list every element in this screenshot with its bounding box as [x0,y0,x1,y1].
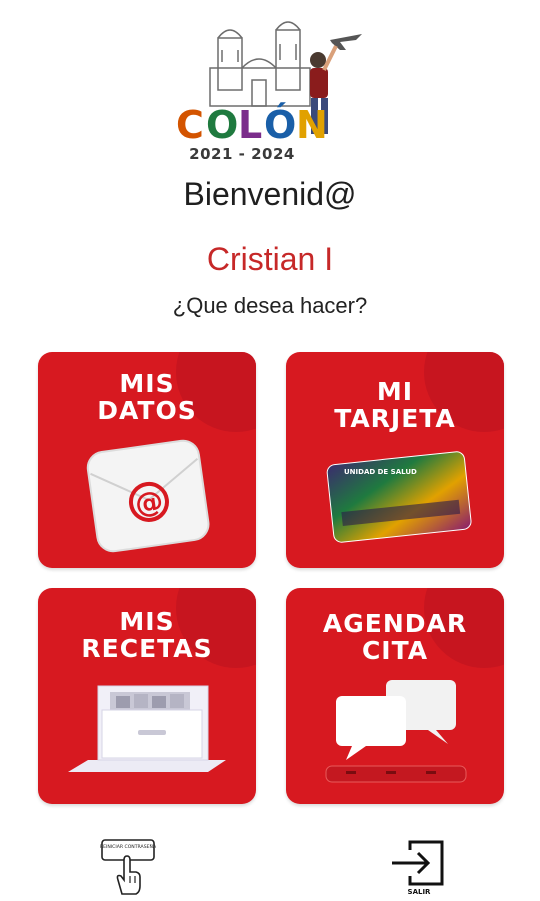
my-prescriptions-tile[interactable]: MIS RECETAS [38,588,256,804]
sign-out-icon: SALIR [392,840,444,896]
tile-title: MIS DATOS [38,370,256,424]
tile-title-line2: RECETAS [81,634,213,663]
svg-text:Ó: Ó [264,103,296,147]
my-card-tile[interactable]: MI TARJETA UNIDAD DE SALUD [286,352,504,568]
tile-title-line2: DATOS [97,396,197,425]
svg-text:@: @ [133,484,165,521]
chat-bubbles-icon [325,680,467,783]
svg-text:N: N [296,103,328,147]
tile-title-line1: AGENDAR [322,609,468,638]
tile-title-line1: MI [376,377,414,406]
svg-text:O: O [206,103,238,147]
svg-text:C: C [176,103,204,147]
svg-text:L: L [238,103,262,147]
tile-title-line2: TARJETA [334,404,456,433]
tile-title: AGENDAR CITA [286,610,504,664]
welcome-heading: Bienvenid@ [183,176,357,212]
reset-password-button[interactable]: REINICIAR CONTRASEÑA [96,836,160,896]
action-prompt: ¿Que desea hacer? [172,293,368,318]
logo-years: 2021 - 2024 [189,145,295,163]
hand-pointer-icon: REINICIAR CONTRASEÑA [100,839,157,895]
tile-title-line1: MIS [119,369,175,398]
logout-button[interactable]: SALIR [388,836,450,896]
file-drawer-icon [68,685,226,772]
municipality-logo: C O L Ó N 2021 - 2024 [170,10,370,168]
reset-password-label: REINICIAR CONTRASEÑA [100,843,157,850]
health-card-icon: UNIDAD DE SALUD [326,451,472,543]
my-data-tile[interactable]: MIS DATOS @ [38,352,256,568]
card-label: UNIDAD DE SALUD [344,468,417,476]
logout-label: SALIR [408,888,432,896]
tile-title-line1: MIS [119,607,175,636]
user-name: Cristian I [206,241,334,277]
tile-title: MIS RECETAS [38,608,256,662]
tile-title: MI TARJETA [286,378,504,432]
tile-title-line2: CITA [361,636,429,665]
schedule-appointment-tile[interactable]: AGENDAR CITA [286,588,504,804]
envelope-icon: @ [86,439,210,553]
